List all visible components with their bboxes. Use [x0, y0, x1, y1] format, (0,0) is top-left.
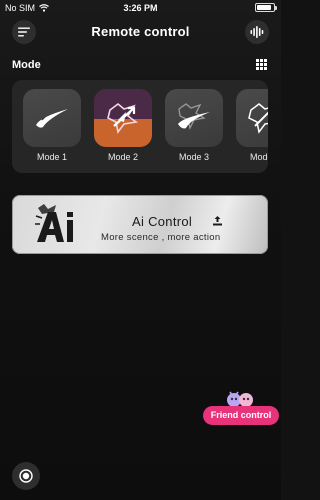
remote-control-screen: No SIM 3:26 PM Remote control Mode Mode … — [0, 0, 281, 500]
status-right — [255, 3, 277, 12]
mode-label: Mode 2 — [107, 152, 139, 162]
ai-control-subtitle: More scence , more action — [101, 232, 221, 243]
ai-control-card[interactable]: Ai Control More scence , more action — [12, 195, 268, 254]
mode-tile — [23, 89, 81, 147]
friend-control-button[interactable]: Friend control — [203, 406, 279, 425]
record-icon — [19, 469, 33, 483]
header: Remote control — [0, 18, 281, 46]
ai-logo-icon — [35, 204, 73, 242]
mode-item-2[interactable]: Mode 2 — [93, 89, 153, 162]
mode-section-title: Mode — [12, 59, 41, 71]
battery-level — [257, 5, 271, 10]
mode-item-4[interactable]: Mode 4 — [235, 89, 268, 162]
battery-icon — [255, 3, 277, 12]
swoosh-icon — [178, 103, 210, 130]
page-title: Remote control — [91, 24, 190, 39]
voice-wave-icon — [250, 26, 264, 38]
record-button[interactable] — [12, 462, 40, 490]
mascot-icon — [227, 391, 253, 407]
mode-tile — [236, 89, 268, 147]
grid-icon[interactable] — [256, 59, 267, 70]
voice-button[interactable] — [245, 20, 269, 44]
ai-control-title: Ai Control — [132, 214, 193, 229]
status-bar: No SIM 3:26 PM — [0, 0, 281, 16]
mode-item-1[interactable]: Mode 1 — [22, 89, 82, 162]
mode-label: Mode 4 — [249, 152, 268, 162]
burst-icon — [248, 103, 268, 134]
status-time: 3:26 PM — [123, 3, 158, 13]
arrow-burst-icon — [107, 102, 138, 134]
swoosh-icon — [36, 109, 68, 128]
mode-label: Mode 1 — [36, 152, 68, 162]
mode-tile-active — [94, 89, 152, 147]
mode-tile — [165, 89, 223, 147]
mode-panel: Mode 1 Mode 2 Mode 3 Mod — [12, 80, 268, 173]
upload-icon — [213, 216, 222, 226]
mode-item-3[interactable]: Mode 3 — [164, 89, 224, 162]
mode-label: Mode 3 — [178, 152, 210, 162]
